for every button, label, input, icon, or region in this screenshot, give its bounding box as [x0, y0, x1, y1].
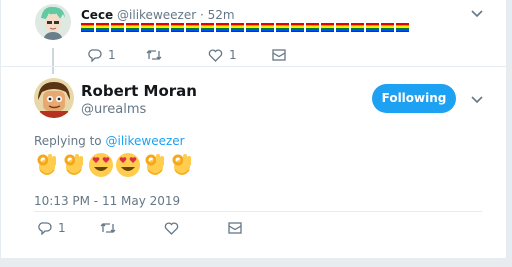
replying-to-link[interactable]: @ilikeweezer	[105, 134, 184, 148]
reply-action[interactable]: 1	[88, 48, 146, 62]
reply-tweet-header: Cece @ilikeweezer · 52m	[81, 8, 235, 22]
reply-tweet-actions: 1 1	[88, 48, 286, 62]
reply-count: 1	[108, 48, 116, 62]
like-icon	[208, 48, 223, 62]
reply-author-handle[interactable]: @ilikeweezer	[117, 8, 196, 22]
reply-author-name[interactable]: Cece	[81, 8, 113, 22]
rainbow-flag-emoji	[246, 23, 259, 32]
rainbow-flag-emoji	[351, 23, 364, 32]
main-author-name[interactable]: Robert Moran	[81, 82, 197, 100]
ok-hand-emoji	[145, 154, 164, 175]
message-icon	[228, 222, 242, 234]
following-button[interactable]: Following	[372, 84, 456, 113]
rainbow-flag-emoji	[336, 23, 349, 32]
avatar-cece[interactable]	[35, 4, 71, 40]
rainbow-flag-emoji	[261, 23, 274, 32]
reply-action[interactable]: 1	[38, 221, 100, 235]
rainbow-flag-emoji	[126, 23, 139, 32]
like-action[interactable]	[164, 221, 228, 235]
rainbow-flag-emoji	[306, 23, 319, 32]
rainbow-flag-emoji	[291, 23, 304, 32]
tweet-timestamp[interactable]: 10:13 PM - 11 May 2019	[34, 194, 180, 208]
rainbow-flag-emoji	[171, 23, 184, 32]
rainbow-flag-emoji	[201, 23, 214, 32]
rainbow-flag-emoji	[276, 23, 289, 32]
rainbow-flag-emoji	[156, 23, 169, 32]
rainbow-flags-row	[81, 23, 409, 32]
reply-icon	[38, 221, 52, 235]
rainbow-flag-emoji	[381, 23, 394, 32]
like-icon	[164, 221, 179, 235]
tweet-divider	[1, 66, 506, 67]
rainbow-flag-emoji	[111, 23, 124, 32]
heart-eyes-emoji	[116, 153, 140, 177]
rainbow-flag-emoji	[321, 23, 334, 32]
rainbow-flag-emoji	[366, 23, 379, 32]
retweet-action[interactable]	[146, 49, 208, 61]
chevron-down-icon[interactable]	[471, 96, 483, 104]
timestamp-divider	[34, 211, 482, 212]
ok-hand-emoji	[172, 154, 191, 175]
main-author-handle[interactable]: @urealms	[81, 102, 146, 117]
chevron-down-icon[interactable]	[471, 10, 483, 18]
rainbow-flag-emoji	[396, 23, 409, 32]
avatar-robert-moran[interactable]	[34, 78, 74, 118]
reply-count: 1	[58, 221, 66, 235]
replying-to-line: Replying to @ilikeweezer	[34, 134, 185, 148]
ok-hand-emoji	[37, 154, 56, 175]
tweet-thread-card: Cece @ilikeweezer · 52m 1 1 Robert Moran…	[0, 0, 507, 258]
message-action[interactable]	[272, 49, 286, 61]
rainbow-flag-emoji	[81, 23, 94, 32]
rainbow-flag-emoji	[216, 23, 229, 32]
replying-prefix: Replying to	[34, 134, 102, 148]
reply-icon	[88, 48, 102, 62]
tweet-emoji-text	[34, 152, 195, 178]
retweet-action[interactable]	[100, 222, 164, 234]
ok-hand-emoji	[64, 154, 83, 175]
thread-line	[52, 48, 54, 74]
rainbow-flag-emoji	[231, 23, 244, 32]
rainbow-flag-emoji	[141, 23, 154, 32]
message-action[interactable]	[228, 222, 242, 234]
reply-separator: ·	[199, 8, 204, 22]
like-action[interactable]: 1	[208, 48, 272, 62]
rainbow-flag-emoji	[186, 23, 199, 32]
retweet-icon	[100, 222, 116, 234]
rainbow-flag-emoji	[96, 23, 109, 32]
like-count: 1	[229, 48, 237, 62]
heart-eyes-emoji	[89, 153, 113, 177]
main-tweet-actions: 1	[38, 221, 242, 235]
message-icon	[272, 49, 286, 61]
retweet-icon	[146, 49, 162, 61]
reply-time[interactable]: 52m	[208, 8, 235, 22]
